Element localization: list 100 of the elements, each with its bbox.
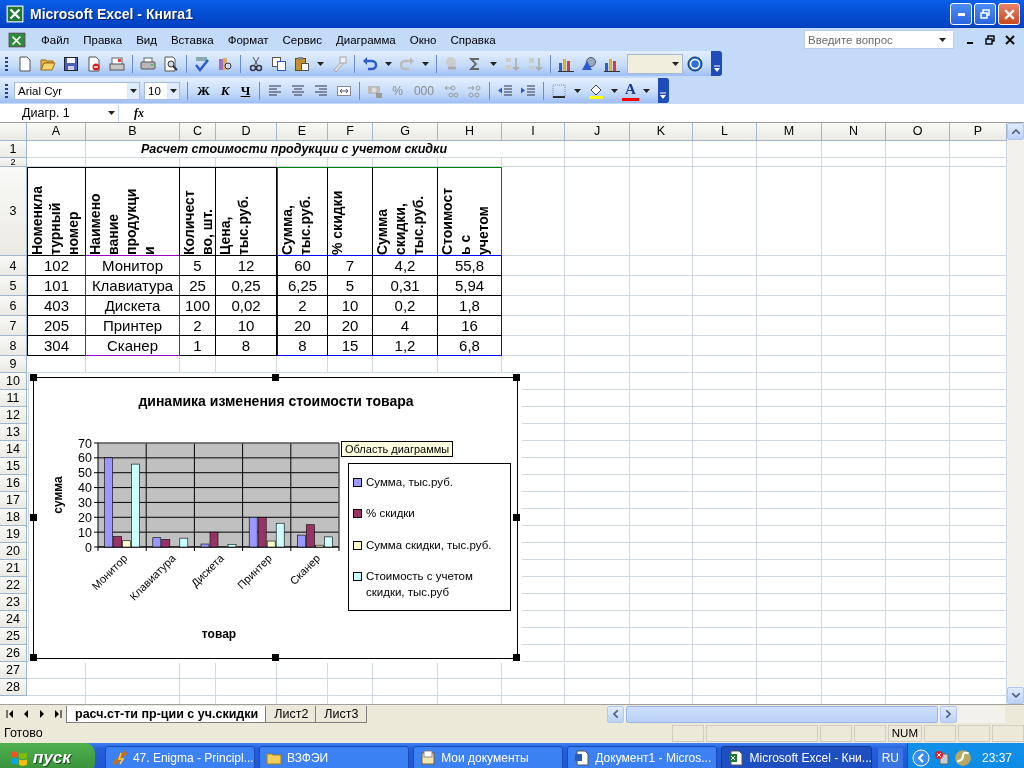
row-header[interactable]: 8 — [0, 336, 27, 356]
row-header[interactable]: 21 — [0, 560, 27, 577]
column-header[interactable]: H — [438, 123, 502, 141]
column-header[interactable]: B — [86, 123, 180, 141]
row-header[interactable]: 2 — [0, 158, 27, 167]
sheet-tab[interactable]: расч.ст-ти пр-ции с уч.скидки — [66, 705, 268, 723]
row-header[interactable]: 12 — [0, 407, 27, 424]
table-cell: 8 — [277, 336, 328, 356]
column-header[interactable]: I — [502, 123, 565, 141]
sheet-tab[interactable]: Лист2 — [265, 705, 318, 723]
menu-item[interactable]: Окно — [402, 33, 444, 46]
font-field[interactable]: Arial Cyr — [14, 81, 140, 100]
y-tick-label: 10 — [78, 525, 92, 540]
row-header[interactable]: 16 — [0, 475, 27, 492]
x-axis-title: товар — [201, 627, 237, 641]
row-header[interactable]: 4 — [0, 256, 27, 276]
column-header[interactable]: M — [757, 123, 822, 141]
row-header[interactable]: 20 — [0, 543, 27, 560]
function-button[interactable]: fx — [119, 105, 159, 121]
taskbar-button[interactable]: ВЗФЭИ — [259, 746, 410, 768]
y-tick-label: 20 — [78, 510, 92, 525]
table-cell: 0,02 — [216, 296, 277, 316]
language-indicator[interactable]: RU — [877, 748, 903, 768]
row-header[interactable]: 13 — [0, 424, 27, 441]
style-button[interactable]: Ч — [235, 80, 256, 101]
table-cell: Клавиатура — [85, 276, 180, 296]
row-header[interactable]: 25 — [0, 628, 27, 645]
taskbar-button[interactable]: Мои документы — [413, 746, 564, 768]
column-header[interactable]: J — [565, 123, 630, 141]
help-search-field[interactable]: Введите вопрос — [804, 30, 954, 49]
column-header[interactable]: C — [180, 123, 216, 141]
column-header[interactable]: O — [886, 123, 950, 141]
style-button[interactable]: К — [215, 80, 235, 101]
column-header[interactable]: A — [27, 123, 86, 141]
menu-item[interactable]: Правка — [76, 33, 130, 46]
row-header[interactable]: 3 — [0, 167, 27, 256]
column-header[interactable]: N — [822, 123, 886, 141]
row-header[interactable]: 5 — [0, 276, 27, 296]
menu-item[interactable]: Справка — [443, 33, 503, 46]
row-header[interactable]: 27 — [0, 662, 27, 679]
column-header[interactable]: F — [328, 123, 373, 141]
num-lock-indicator: NUM — [887, 724, 922, 742]
row-header[interactable]: 9 — [0, 356, 27, 373]
menu-item[interactable]: Сервис — [275, 33, 329, 46]
font-size-field[interactable]: 10 — [144, 81, 180, 100]
style-button[interactable]: Ж — [192, 80, 215, 101]
legend-label: Сумма скидки, тыс.руб. — [366, 537, 492, 553]
row-header[interactable]: 7 — [0, 316, 27, 336]
menu-item[interactable]: Диаграмма — [328, 33, 403, 46]
table-cell: 60 — [277, 256, 328, 276]
y-tick-label: 40 — [78, 481, 92, 496]
column-heading-cell: Номенкла турный номер — [27, 167, 86, 256]
taskbar-button[interactable]: Документ1 - Micros... — [567, 746, 718, 768]
column-heading-cell: Стоимост ь с учетом — [438, 167, 502, 256]
table-cell: 403 — [27, 296, 86, 316]
y-tick-label: 0 — [85, 540, 92, 555]
y-tick-label: 50 — [78, 466, 92, 481]
row-header[interactable]: 14 — [0, 441, 27, 458]
menu-item[interactable]: Вид — [129, 33, 164, 46]
table-cell: 0,2 — [373, 296, 438, 316]
table-cell: 4 — [373, 316, 438, 336]
menu-item[interactable]: Формат — [220, 33, 276, 46]
column-heading-cell: Сумма скидки, тыс.руб. — [373, 167, 438, 256]
row-header[interactable]: 10 — [0, 373, 27, 390]
table-cell: 1,2 — [373, 336, 438, 356]
taskbar-button[interactable]: Microsoft Excel - Кни... — [721, 746, 872, 768]
row-header[interactable]: 19 — [0, 526, 27, 543]
table-cell: Принтер — [85, 316, 180, 336]
column-header[interactable]: K — [630, 123, 693, 141]
sheet-tab[interactable]: Лист3 — [315, 705, 368, 723]
legend-label: Сумма, тыс.руб. — [366, 474, 453, 490]
legend-label: % скидки — [366, 506, 415, 522]
column-header[interactable]: P — [950, 123, 1007, 141]
table-cell: 7 — [328, 256, 373, 276]
taskbar-button[interactable]: 47. Enigma - Principl... — [104, 746, 256, 768]
column-header[interactable]: L — [693, 123, 757, 141]
menu-item[interactable]: Вставка — [163, 33, 221, 46]
row-header[interactable]: 24 — [0, 611, 27, 628]
row-header[interactable]: 23 — [0, 594, 27, 611]
row-header[interactable]: 26 — [0, 645, 27, 662]
table-cell: 10 — [328, 296, 373, 316]
table-cell: 2 — [180, 316, 216, 336]
search-input[interactable]: Введите вопрос — [805, 31, 935, 48]
font-color-button[interactable]: A — [621, 80, 639, 101]
column-header[interactable]: D — [216, 123, 277, 141]
row-header[interactable]: 28 — [0, 679, 27, 696]
chart-legend[interactable]: Сумма, тыс.руб. % скидки Сумма скидки, тыс.руб. Стоимость с учетом скидки, тыс.руб — [348, 463, 511, 611]
table-cell: 1 — [180, 336, 216, 356]
row-header[interactable]: 22 — [0, 577, 27, 594]
row-header[interactable]: 1 — [0, 141, 27, 158]
chart-title: динамика изменения стоимости товара — [138, 393, 414, 409]
column-header[interactable]: E — [277, 123, 328, 141]
row-header[interactable]: 6 — [0, 296, 27, 316]
row-header[interactable]: 11 — [0, 390, 27, 407]
row-header[interactable]: 17 — [0, 492, 27, 509]
row-header[interactable]: 15 — [0, 458, 27, 475]
row-header[interactable]: 18 — [0, 509, 27, 526]
menu-item[interactable]: Файл — [34, 33, 77, 46]
column-header[interactable]: G — [373, 123, 438, 141]
tooltip: Область диаграммы — [341, 441, 454, 457]
